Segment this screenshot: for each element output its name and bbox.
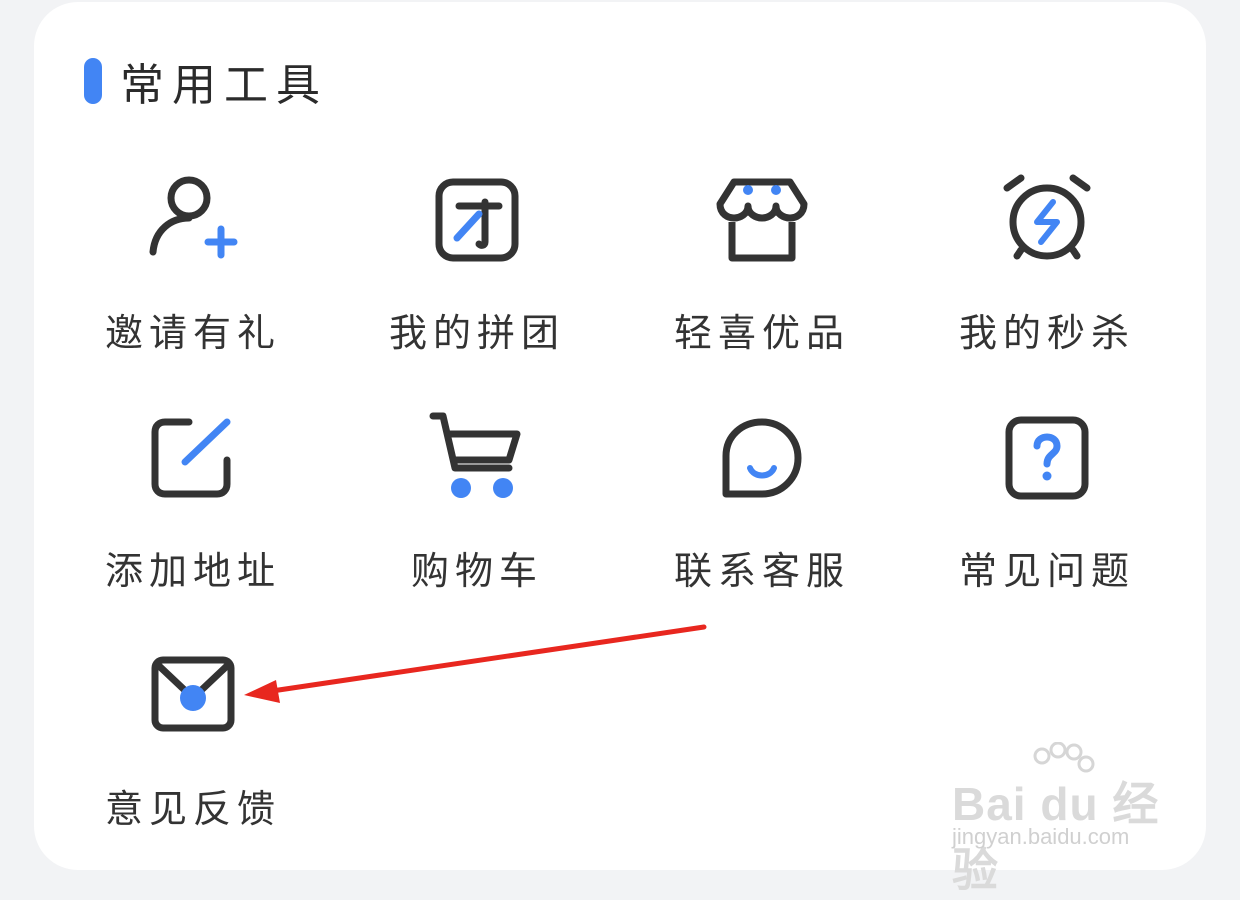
watermark-url: jingyan.baidu.com xyxy=(952,824,1130,849)
baidu-watermark: Bai du 经验 jingyan.baidu.com xyxy=(946,740,1186,896)
